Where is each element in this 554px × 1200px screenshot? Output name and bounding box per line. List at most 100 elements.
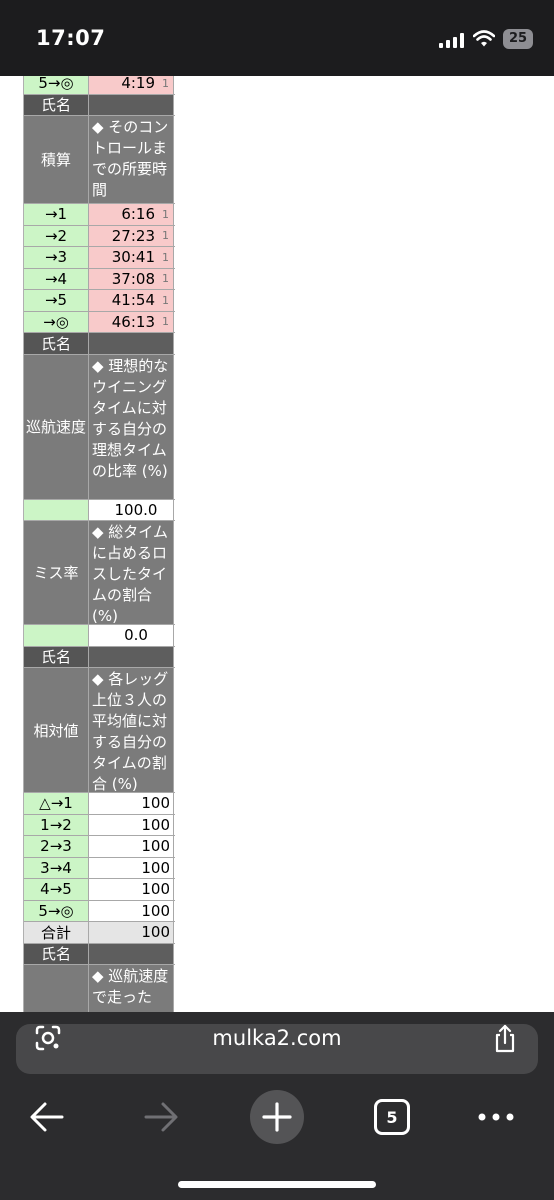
leg-label: 5→◎ <box>24 76 89 94</box>
name-header: 氏名 <box>24 333 89 354</box>
name-header: 氏名 <box>24 646 89 667</box>
table-row: →3 30:41 1 <box>24 247 175 269</box>
cumulative-time: 37:08 <box>111 269 155 288</box>
table-row: 5→◎ 100 <box>24 900 175 922</box>
leg-label: 2→3 <box>24 836 89 857</box>
back-arrow-icon[interactable] <box>28 1098 66 1136</box>
cruise-blank <box>24 499 89 520</box>
cumulative-time: 27:23 <box>111 226 155 245</box>
url-text[interactable]: mulka2.com <box>0 1026 554 1050</box>
name-header-row: 氏名 <box>24 943 175 965</box>
table-row: →4 37:08 1 <box>24 268 175 290</box>
cumulative-time: 30:41 <box>111 248 155 267</box>
leg-label: 3→4 <box>24 857 89 878</box>
relative-header-row: 相対値 ◆ 各レッグ上位３人の平均値に対する自分のタイムの割合 (%) <box>24 668 175 793</box>
cumulative-rank: 1 <box>162 229 169 243</box>
web-page-content: 5→◎ 4:19 1 氏名 積算 ◆ そのコントロールまでの所要時間 →1 6:… <box>0 76 554 1012</box>
leg-label: 4→5 <box>24 879 89 900</box>
table-row: 合計 100 <box>24 922 175 944</box>
miss-header-row: ミス率 ◆ 総タイムに占めるロスしたタイムの割合 (%) <box>24 521 175 625</box>
control-label: →5 <box>24 290 89 311</box>
leg-time: 4:19 <box>121 76 155 93</box>
relative-value-description: ◆ 各レッグ上位３人の平均値に対する自分のタイムの割合 (%) <box>89 668 174 793</box>
leg-label: 5→◎ <box>24 900 89 921</box>
cumulative-time-cell: 27:23 1 <box>89 225 174 246</box>
relative-value: 100 <box>89 814 174 835</box>
cruise-run-label <box>24 965 89 1012</box>
cumulative-time: 46:13 <box>111 312 155 331</box>
cruise-run-description: ◆ 巡航速度で走った <box>89 965 174 1012</box>
control-label: →2 <box>24 225 89 246</box>
leg-time-cell: 4:19 1 <box>89 76 174 94</box>
more-options-icon[interactable] <box>477 1112 515 1122</box>
table-row: 4→5 100 <box>24 879 175 901</box>
cumulative-time-cell: 46:13 1 <box>89 311 174 332</box>
cumulative-rank: 1 <box>162 250 169 264</box>
miss-rate-label: ミス率 <box>24 521 89 624</box>
table-row: △→1 100 <box>24 793 175 815</box>
relative-value: 100 <box>89 879 174 900</box>
name-header-blank <box>89 333 174 354</box>
relative-value: 100 <box>89 900 174 921</box>
table-row: 2→3 100 <box>24 836 175 858</box>
cumulative-rank: 1 <box>162 315 169 329</box>
table-row: 0.0 <box>24 625 175 647</box>
cumulative-time-cell: 30:41 1 <box>89 247 174 268</box>
new-tab-button[interactable] <box>250 1090 304 1144</box>
miss-blank <box>24 625 89 646</box>
cumulative-rank: 1 <box>162 207 169 221</box>
results-table: 5→◎ 4:19 1 氏名 積算 ◆ そのコントロールまでの所要時間 →1 6:… <box>23 76 175 1012</box>
table-row: 3→4 100 <box>24 857 175 879</box>
forward-arrow-icon[interactable] <box>142 1098 180 1136</box>
total-value: 100 <box>89 922 174 943</box>
cruise-run-header-row: ◆ 巡航速度で走った <box>24 965 175 1012</box>
home-indicator <box>178 1181 376 1188</box>
cruise-speed-label: 巡航速度 <box>24 354 89 499</box>
cumulative-time: 6:16 <box>121 205 155 224</box>
battery-icon: 25 <box>503 29 533 49</box>
leg-label: 1→2 <box>24 814 89 835</box>
table-row: 5→◎ 4:19 1 <box>24 76 175 95</box>
control-label: →3 <box>24 247 89 268</box>
miss-rate-description: ◆ 総タイムに占めるロスしたタイムの割合 (%) <box>89 521 174 625</box>
leg-label: △→1 <box>24 793 89 814</box>
name-header-blank <box>89 94 174 115</box>
table-row: →1 6:16 1 <box>24 204 175 226</box>
total-label: 合計 <box>24 922 89 943</box>
name-header: 氏名 <box>24 943 89 964</box>
cellular-signal-icon <box>439 33 465 48</box>
leg-rank: 1 <box>162 76 169 90</box>
control-label: →◎ <box>24 311 89 332</box>
cumulative-time-cell: 41:54 1 <box>89 290 174 311</box>
name-header-row: 氏名 <box>24 333 175 355</box>
cumulative-header-row: 積算 ◆ そのコントロールまでの所要時間 <box>24 116 175 204</box>
table-row: 100.0 <box>24 499 175 521</box>
table-row: 1→2 100 <box>24 814 175 836</box>
control-label: →1 <box>24 204 89 225</box>
table-row: →◎ 46:13 1 <box>24 311 175 333</box>
wifi-icon <box>473 30 495 47</box>
cruise-speed-value: 100.0 <box>89 499 174 520</box>
cumulative-rank: 1 <box>162 272 169 286</box>
cumulative-time-cell: 37:08 1 <box>89 268 174 289</box>
relative-value: 100 <box>89 857 174 878</box>
name-header-blank <box>89 646 174 667</box>
table-row: →5 41:54 1 <box>24 290 175 312</box>
cruise-speed-description: ◆ 理想的なウイニングタイムに対する自分の理想タイムの比率 (%) <box>89 354 174 499</box>
cumulative-time: 41:54 <box>111 291 155 310</box>
relative-value: 100 <box>89 793 174 814</box>
cumulative-label: 積算 <box>24 116 89 203</box>
table-row: →2 27:23 1 <box>24 225 175 247</box>
status-time: 17:07 <box>36 26 106 50</box>
cumulative-description: ◆ そのコントロールまでの所要時間 <box>89 116 174 203</box>
name-header-row: 氏名 <box>24 94 175 116</box>
cruise-header-row: 巡航速度 ◆ 理想的なウイニングタイムに対する自分の理想タイムの比率 (%) <box>24 354 175 500</box>
plus-icon <box>262 1102 292 1132</box>
relative-value: 100 <box>89 836 174 857</box>
tab-switcher-button[interactable]: 5 <box>374 1099 410 1135</box>
miss-rate-value: 0.0 <box>89 625 174 646</box>
cumulative-rank: 1 <box>162 293 169 307</box>
control-label: →4 <box>24 268 89 289</box>
share-icon[interactable] <box>493 1024 517 1054</box>
name-header: 氏名 <box>24 94 89 115</box>
